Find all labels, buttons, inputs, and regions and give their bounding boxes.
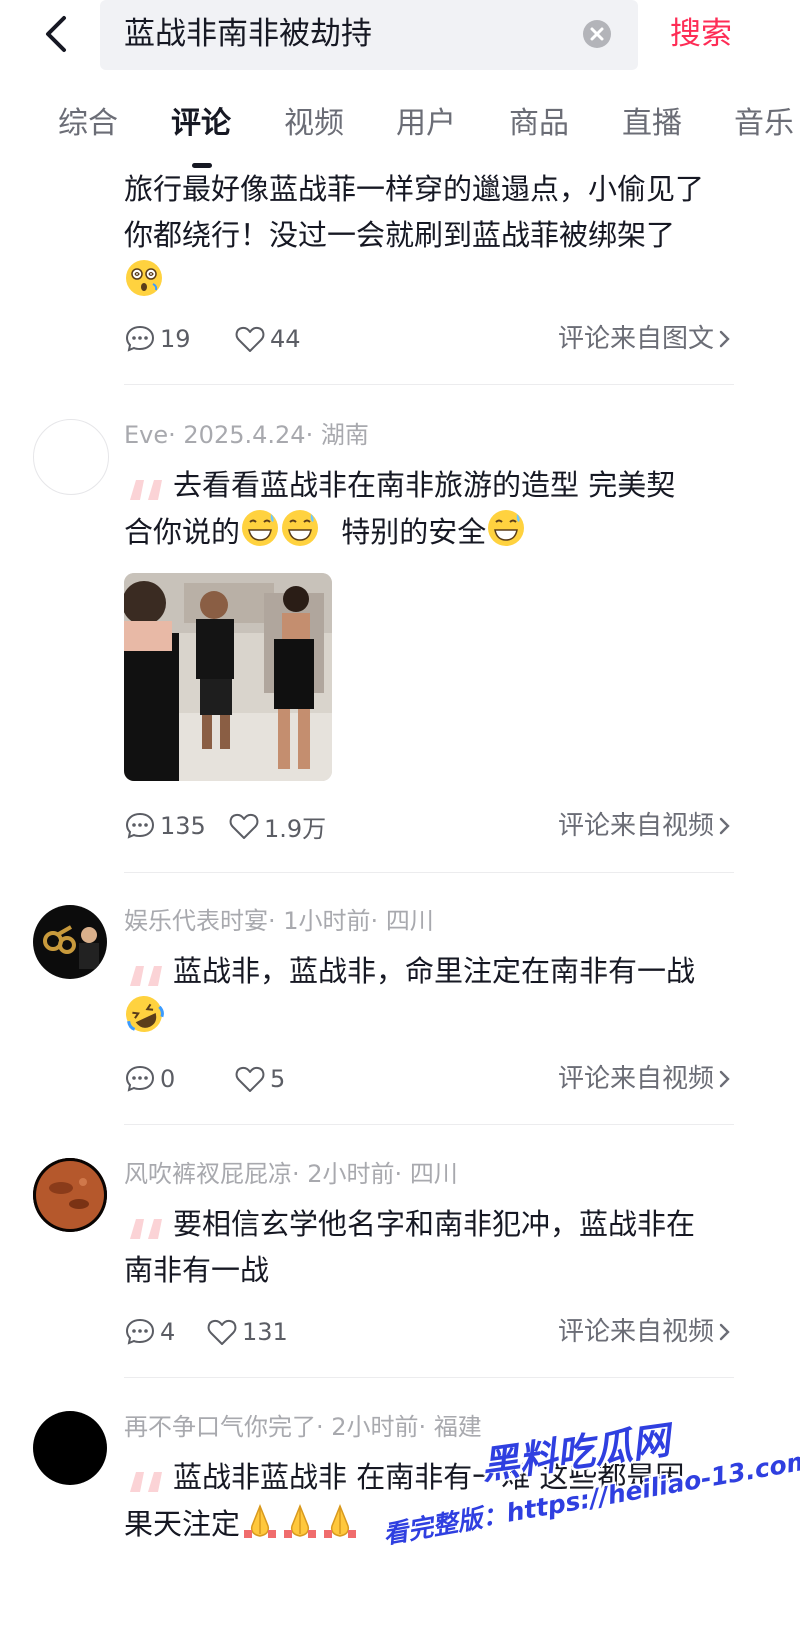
tab-comments[interactable]: 评论 [171, 106, 231, 142]
reply-count[interactable]: 4 [124, 1315, 175, 1349]
like-count[interactable]: 1.9万 [228, 809, 326, 843]
reply-icon [125, 1065, 155, 1092]
tab-users[interactable]: 用户 [396, 106, 456, 142]
heart-icon [235, 326, 265, 352]
folded-hands-emoji-icon [244, 1503, 277, 1538]
divider [124, 1377, 734, 1378]
comment-source-link[interactable]: 评论来自图文 [558, 322, 734, 356]
comment-meta: 娱乐代表时宴· 1小时前· 四川 [124, 907, 434, 935]
grinning-sweat-emoji-icon [242, 510, 279, 546]
comment-text[interactable]: 去看看蓝战非在南非旅游的造型 完美契 合你说的 特别的安全 [124, 462, 744, 555]
heart-icon [229, 813, 259, 839]
folded-hands-emoji-icon [324, 1503, 357, 1538]
comment-actions: 19 44 评论来自图文 [124, 322, 734, 356]
watermark: 黑料吃瓜网 看完整版：https://heiliao-13.com [380, 1418, 800, 1558]
avatar[interactable] [33, 905, 107, 979]
comment-source-link[interactable]: 评论来自视频 [558, 1315, 734, 1349]
comment-actions: 135 1.9万 评论来自视频 [124, 809, 734, 843]
chevron-right-icon [719, 330, 730, 348]
heart-icon [235, 1066, 265, 1092]
comment-source-link[interactable]: 评论来自视频 [558, 1062, 734, 1096]
grinning-sweat-emoji-icon [282, 510, 319, 546]
search-query[interactable]: 蓝战非南非被劫持 [124, 16, 372, 52]
rolling-laughing-emoji-icon [126, 996, 164, 1032]
avatar[interactable] [33, 419, 109, 495]
username[interactable]: 再不争口气你完了 [124, 1413, 316, 1441]
like-count[interactable]: 5 [234, 1062, 285, 1096]
heart-icon [207, 1319, 237, 1345]
comment-photo[interactable] [124, 573, 332, 781]
tab-bar: 综合 评论 视频 用户 商品 直播 音乐 [0, 96, 800, 160]
comment-text[interactable]: 蓝战非，蓝战非，命里注定在南非有一战 [124, 948, 744, 1040]
divider [124, 1124, 734, 1125]
comment-time: 2小时前 [307, 1160, 395, 1188]
reply-icon [125, 1318, 155, 1345]
chevron-right-icon [719, 817, 730, 835]
comment-text[interactable]: 要相信玄学他名字和南非犯冲，蓝战非在 南非有一战 [124, 1201, 744, 1293]
chevron-right-icon [719, 1070, 730, 1088]
tab-music[interactable]: 音乐 [734, 106, 794, 142]
reply-count[interactable]: 0 [124, 1062, 175, 1096]
comment-source-link[interactable]: 评论来自视频 [558, 809, 734, 843]
mars-planet-image [33, 1158, 107, 1232]
comment-meta: 风吹裤衩屁屁凉· 2小时前· 四川 [124, 1160, 458, 1188]
divider [124, 384, 734, 385]
comment-actions: 4 131 评论来自视频 [124, 1315, 734, 1349]
avatar[interactable] [33, 1158, 107, 1232]
like-count[interactable]: 44 [234, 322, 301, 356]
comment-meta: Eve· 2025.4.24· 湖南 [124, 421, 369, 449]
tab-products[interactable]: 商品 [509, 106, 569, 142]
chevron-right-icon [719, 1323, 730, 1341]
dizzy-face-emoji-icon [126, 260, 162, 296]
back-arrow-icon[interactable] [36, 12, 80, 56]
comment-time: 2025.4.24 [183, 421, 306, 449]
comment-text[interactable]: 旅行最好像蓝战菲一样穿的邋遢点，小偷见了 你都绕行！没过一会就刷到蓝战菲被绑架了 [124, 166, 744, 304]
comment-actions: 0 5 评论来自视频 [124, 1062, 734, 1096]
avatar-image [43, 925, 99, 969]
comment-location: 湖南 [320, 421, 369, 449]
grinning-sweat-emoji-icon [488, 510, 525, 546]
tab-live[interactable]: 直播 [622, 106, 682, 142]
mall-photo-image [124, 573, 332, 781]
comment-location: 四川 [385, 907, 434, 935]
tab-general[interactable]: 综合 [58, 106, 118, 142]
reply-icon [125, 812, 155, 839]
folded-hands-emoji-icon [284, 1503, 317, 1538]
comment-location: 四川 [409, 1160, 458, 1188]
reply-icon [125, 325, 155, 352]
username[interactable]: Eve [124, 421, 168, 449]
avatar[interactable] [33, 1411, 107, 1485]
divider [124, 872, 734, 873]
clear-icon[interactable] [582, 19, 612, 49]
reply-count[interactable]: 19 [124, 322, 191, 356]
search-input[interactable]: 蓝战非南非被劫持 [100, 0, 638, 70]
username[interactable]: 娱乐代表时宴 [124, 907, 268, 935]
tab-videos[interactable]: 视频 [284, 106, 344, 142]
search-button[interactable]: 搜索 [670, 16, 732, 52]
like-count[interactable]: 131 [206, 1315, 288, 1349]
reply-count[interactable]: 135 [124, 809, 206, 843]
top-bar: 蓝战非南非被劫持 搜索 [0, 0, 800, 76]
username[interactable]: 风吹裤衩屁屁凉 [124, 1160, 292, 1188]
comment-time: 1小时前 [283, 907, 371, 935]
